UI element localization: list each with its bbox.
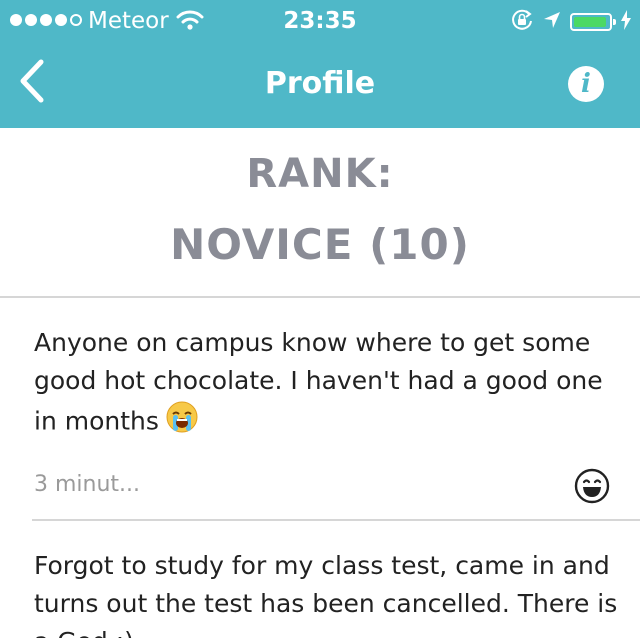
battery-level <box>574 17 607 27</box>
post-text: Anyone on campus know where to get some … <box>34 324 624 445</box>
post-timestamp: 3 minut... <box>34 472 141 497</box>
rotation-lock-icon <box>510 8 534 36</box>
location-arrow-icon <box>542 10 562 34</box>
info-icon: i <box>581 69 591 99</box>
info-button[interactable]: i <box>568 66 604 102</box>
post-item[interactable]: Anyone on campus know where to get some … <box>0 298 640 520</box>
status-bar: Meteor 23:35 <box>0 0 640 40</box>
smiley-face-icon <box>574 468 610 508</box>
rank-label: RANK: <box>246 151 394 197</box>
post-text: Forgot to study for my class test, came … <box>34 551 618 638</box>
navigation-bar: Profile i <box>0 40 640 128</box>
loudly-crying-face-icon <box>165 400 199 445</box>
reaction-button[interactable] <box>574 468 610 504</box>
rank-section: RANK: NOVICE (10) <box>0 128 640 298</box>
rank-value: NOVICE (10) <box>170 220 470 269</box>
post-item[interactable]: Forgot to study for my class test, came … <box>0 521 640 638</box>
header-bar: Meteor 23:35 Profile i <box>0 0 640 128</box>
charging-bolt-icon <box>620 10 632 34</box>
battery-icon <box>570 13 616 31</box>
page-title: Profile <box>264 66 376 101</box>
